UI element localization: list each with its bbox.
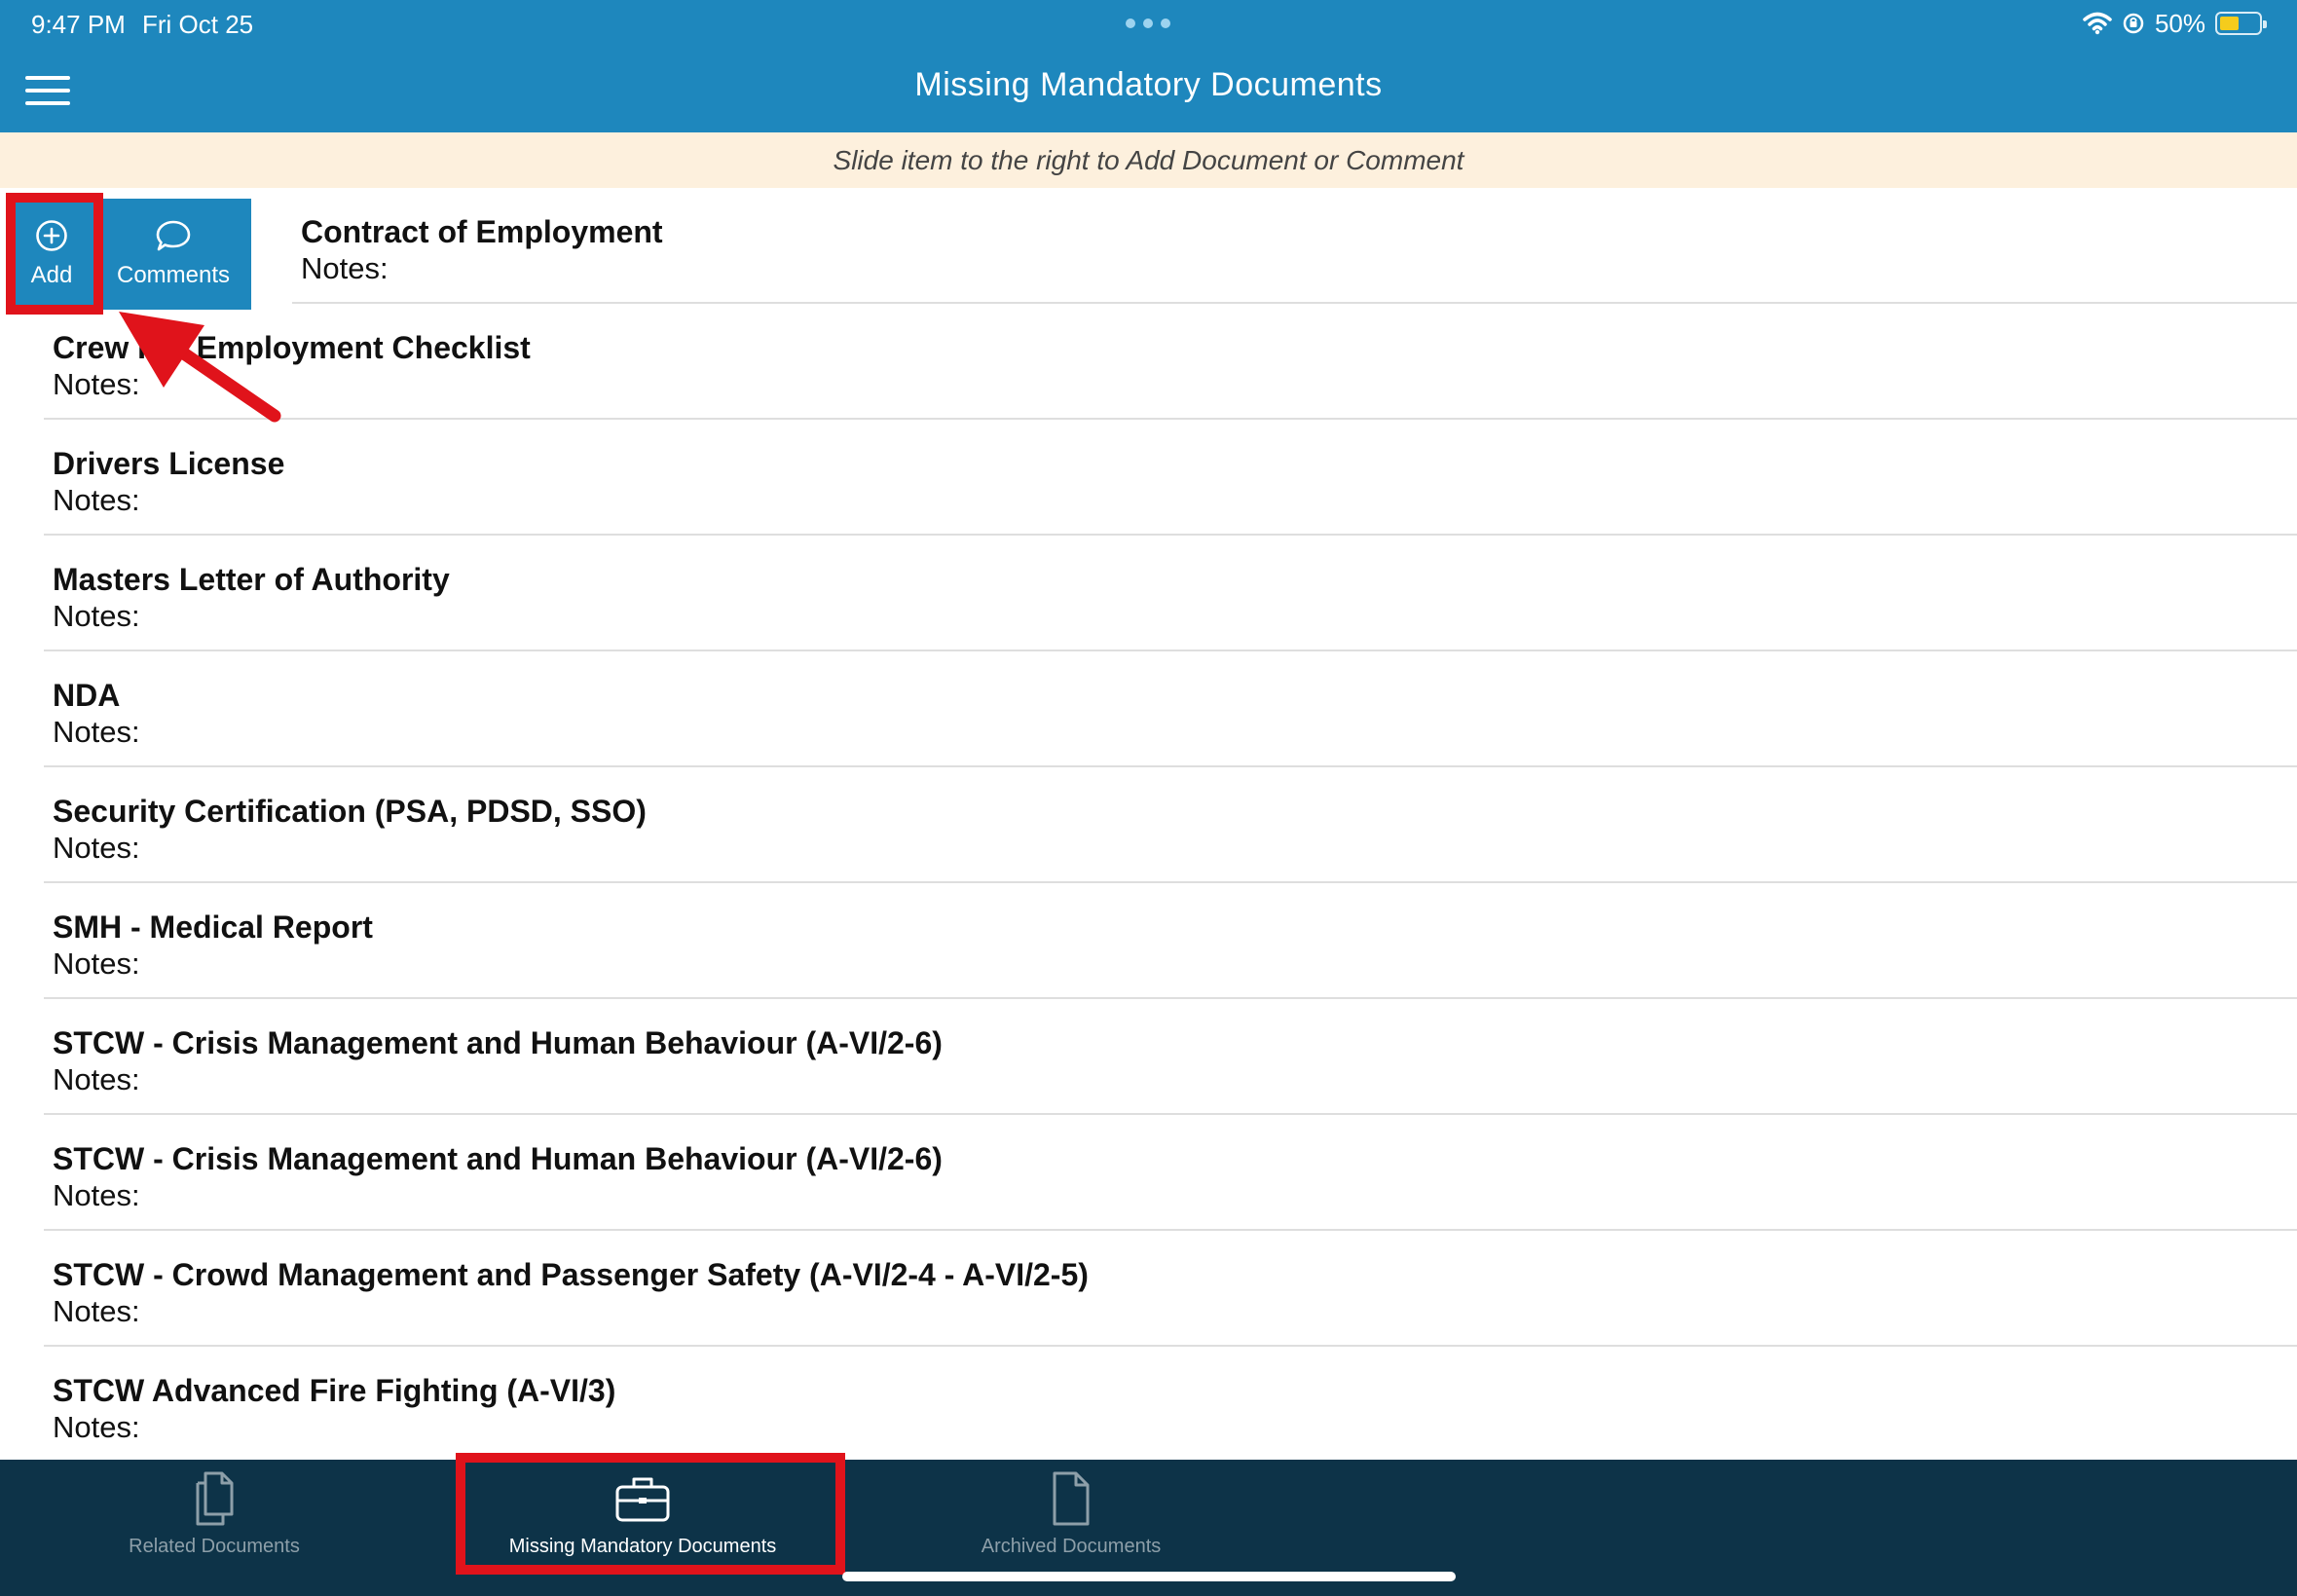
swipe-actions: Add Comments [8,199,251,310]
document-title: STCW - Crisis Management and Human Behav… [53,1141,943,1176]
page-title: Missing Mandatory Documents [914,66,1383,103]
document-notes: Notes: [53,367,140,401]
document-title: STCW - Crowd Management and Passenger Sa… [53,1257,1089,1292]
briefcase-icon [615,1477,670,1522]
home-indicator[interactable] [842,1572,1456,1581]
list-item[interactable]: Security Certification (PSA, PDSD, SSO) … [44,767,2297,883]
document-title: Masters Letter of Authority [53,562,450,597]
document-title: SMH - Medical Report [53,909,373,945]
document-notes: Notes: [53,1178,140,1212]
list-item[interactable]: STCW - Crisis Management and Human Behav… [44,999,2297,1115]
list-item[interactable]: NDA Notes: [44,651,2297,767]
tab-missing-mandatory-documents[interactable]: Missing Mandatory Documents [467,1460,818,1596]
status-bar: 9:47 PM Fri Oct 25 50% [0,0,2297,47]
list-item[interactable]: Contract of Employment Notes: [292,188,2297,304]
multitasking-dots-icon[interactable] [1126,19,1170,28]
documents-icon [196,1471,234,1526]
tab-related-documents[interactable]: Related Documents [97,1460,331,1596]
list-item[interactable]: STCW - Crowd Management and Passenger Sa… [44,1231,2297,1347]
list-item[interactable]: SMH - Medical Report Notes: [44,883,2297,999]
document-notes: Notes: [53,599,140,633]
list-item[interactable]: Masters Letter of Authority Notes: [44,536,2297,651]
document-notes: Notes: [53,1294,140,1328]
document-title: Security Certification (PSA, PDSD, SSO) [53,794,647,829]
status-time: 9:47 PM [31,10,126,39]
document-notes: Notes: [53,946,140,981]
document-notes: Notes: [53,1062,140,1096]
add-circle-icon [36,220,67,251]
navigation-bar: Missing Mandatory Documents [0,47,2297,132]
list-item[interactable]: STCW Advanced Fire Fighting (A-VI/3) Not… [44,1347,2297,1460]
document-notes: Notes: [53,483,140,517]
status-indicators: 50% [2083,8,2267,39]
battery-icon [2215,12,2267,35]
battery-percent: 50% [2154,8,2205,38]
wifi-icon [2083,12,2112,35]
tab-label: Related Documents [129,1536,300,1557]
comments-button[interactable]: Comments [95,199,251,310]
orientation-lock-icon [2123,13,2144,34]
document-notes: Notes: [301,251,389,285]
document-title: STCW Advanced Fire Fighting (A-VI/3) [53,1373,616,1408]
document-title: NDA [53,678,121,713]
document-title: Drivers License [53,446,285,481]
document-notes: Notes: [53,715,140,749]
document-title: Contract of Employment [301,214,663,249]
document-icon [1053,1471,1090,1526]
list-item[interactable]: Drivers License Notes: [44,420,2297,536]
battery-level [2220,17,2239,30]
document-notes: Notes: [53,831,140,865]
add-document-button[interactable]: Add [8,199,95,310]
tab-label: Archived Documents [981,1536,1162,1557]
list-item[interactable]: STCW - Crisis Management and Human Behav… [44,1115,2297,1231]
status-date: Fri Oct 25 [142,10,254,39]
add-button-label: Add [30,262,73,288]
list-item[interactable]: Crew Pre Employment Checklist Notes: [44,304,2297,420]
document-notes: Notes: [53,1410,140,1444]
hint-banner: Slide item to the right to Add Document … [0,132,2297,188]
tab-label: Missing Mandatory Documents [508,1536,777,1557]
document-list[interactable]: Add Comments Contract of Employment Note… [0,188,2297,1460]
document-title: STCW - Crisis Management and Human Behav… [53,1025,943,1060]
comment-bubble-icon [156,220,191,251]
document-title: Crew Pre Employment Checklist [53,330,531,365]
comments-button-label: Comments [116,262,231,288]
